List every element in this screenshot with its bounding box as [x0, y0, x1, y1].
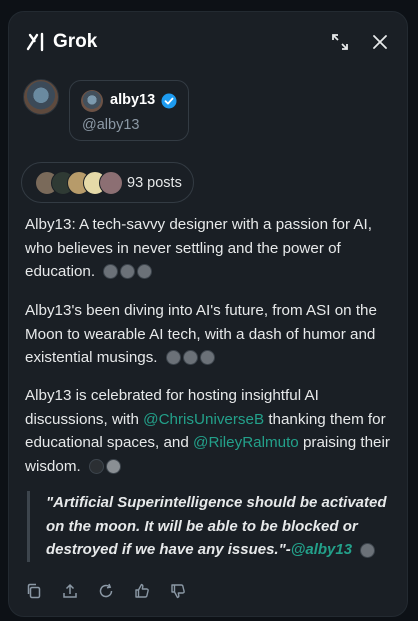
citation-avatar — [199, 350, 215, 366]
app-name: Grok — [53, 31, 98, 52]
share-button[interactable] — [61, 582, 79, 600]
posts-button[interactable]: 93 posts — [21, 162, 194, 203]
avatar[interactable] — [23, 79, 59, 115]
summary-paragraph-2: Alby13's been diving into AI's future, f… — [25, 299, 399, 370]
post-avatars — [35, 170, 123, 195]
citation-avatar — [103, 264, 119, 280]
profile-card[interactable]: alby13 @alby13 — [69, 80, 189, 141]
regenerate-button[interactable] — [97, 582, 115, 600]
citation-avatar — [165, 350, 181, 366]
expand-button[interactable] — [329, 31, 351, 53]
copy-button[interactable] — [25, 582, 43, 600]
thumbs-down-icon — [171, 584, 185, 599]
mention-link[interactable]: @RileyRalmuto — [193, 434, 299, 451]
profile-handle: @alby13 — [82, 117, 140, 133]
summary-text: Alby13: A tech-savvy designer with a pas… — [25, 216, 372, 280]
citation-avatars[interactable] — [360, 542, 376, 558]
citation-avatar — [120, 264, 136, 280]
citation-avatar — [182, 350, 198, 366]
header: Grok — [25, 28, 391, 56]
thumbs-up-icon — [135, 583, 149, 598]
citation-avatar — [137, 264, 153, 280]
quote-author-link[interactable]: @alby13 — [291, 541, 352, 558]
citation-avatars[interactable] — [88, 458, 121, 474]
profile-avatar — [81, 90, 103, 112]
citation-avatar — [105, 458, 121, 474]
grok-logo-icon — [26, 32, 44, 52]
posts-count: 93 posts — [127, 174, 182, 191]
regenerate-icon — [99, 583, 113, 598]
post-avatar — [99, 170, 123, 195]
mention-link[interactable]: @ChrisUniverseB — [143, 411, 264, 428]
close-icon — [373, 35, 387, 49]
like-button[interactable] — [133, 582, 151, 600]
response-actions — [25, 582, 187, 600]
citation-avatars[interactable] — [165, 350, 215, 366]
copy-icon — [27, 583, 41, 599]
share-icon — [63, 583, 77, 598]
summary-paragraph-3: Alby13 is celebrated for hosting insight… — [25, 384, 399, 478]
grok-panel: Grok alby13 @alby13 93 posts Alby13: A t… — [8, 11, 408, 617]
grok-logo: Grok — [25, 31, 97, 53]
quote-block: "Artificial Superintelligence should be … — [27, 491, 397, 562]
summary-paragraph-1: Alby13: A tech-savvy designer with a pas… — [25, 213, 399, 284]
citation-avatars[interactable] — [103, 264, 153, 280]
verified-badge-icon — [161, 93, 177, 109]
citation-avatar — [360, 542, 376, 558]
dislike-button[interactable] — [169, 582, 187, 600]
profile-name: alby13 — [110, 92, 156, 108]
close-button[interactable] — [369, 31, 391, 53]
expand-icon — [332, 34, 348, 50]
citation-avatar — [88, 458, 104, 474]
